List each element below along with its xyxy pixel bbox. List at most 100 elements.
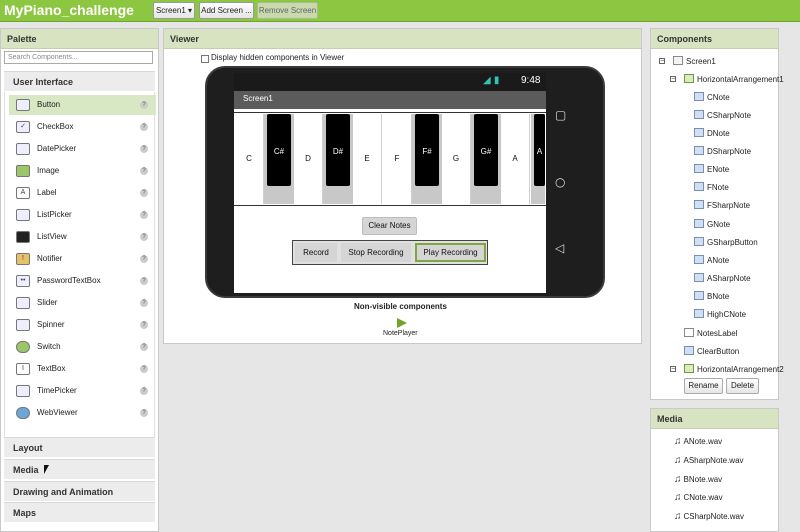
tree-item-label: NotesLabel bbox=[697, 329, 738, 338]
black-key-f-sharp[interactable]: F# bbox=[415, 114, 439, 186]
palette-item-label: Slider bbox=[37, 298, 58, 307]
tree-item-fnote[interactable]: FNote bbox=[694, 181, 729, 195]
palette-item-label[interactable]: A Label ? bbox=[9, 183, 156, 203]
help-icon[interactable]: ? bbox=[140, 233, 148, 241]
palette-item-timepicker[interactable]: TimePicker ? bbox=[9, 381, 156, 401]
black-key-a-sharp[interactable]: A bbox=[534, 114, 545, 186]
help-icon[interactable]: ? bbox=[140, 321, 148, 329]
palette-item-image[interactable]: Image ? bbox=[9, 161, 156, 181]
tree-item-fsharpnote[interactable]: FSharpNote bbox=[694, 199, 750, 213]
help-icon[interactable]: ? bbox=[140, 167, 148, 175]
media-file[interactable]: ♫ ASharpNote.wav bbox=[674, 455, 744, 466]
help-icon[interactable]: ? bbox=[140, 299, 148, 307]
remove-screen-button[interactable]: Remove Screen bbox=[257, 2, 318, 19]
media-file[interactable]: ♫ CSharpNote.wav bbox=[674, 511, 744, 522]
status-time: 9:48 bbox=[521, 75, 541, 86]
help-icon[interactable]: ? bbox=[140, 123, 148, 131]
palette-item-passwordtextbox[interactable]: •• PasswordTextBox ? bbox=[9, 271, 156, 291]
record-button[interactable]: Record bbox=[295, 243, 337, 262]
media-file-name: BNote.wav bbox=[683, 475, 723, 484]
add-screen-button[interactable]: Add Screen ... bbox=[199, 2, 254, 19]
black-key-g-sharp[interactable]: G# bbox=[474, 114, 498, 186]
tree-item-csharpnote[interactable]: CSharpNote bbox=[694, 109, 751, 123]
palette-item-notifier[interactable]: ! Notifier ? bbox=[9, 249, 156, 269]
help-icon[interactable]: ? bbox=[140, 145, 148, 153]
help-icon[interactable]: ? bbox=[140, 211, 148, 219]
category-media[interactable]: Media bbox=[4, 459, 155, 479]
white-key-d[interactable]: D bbox=[294, 114, 323, 204]
tree-item-anote[interactable]: ANote bbox=[694, 254, 729, 268]
viewer-title: Viewer bbox=[164, 29, 641, 49]
white-key-c[interactable]: C bbox=[235, 114, 264, 204]
help-icon[interactable]: ? bbox=[140, 189, 148, 197]
button-icon bbox=[694, 255, 704, 264]
palette-item-webviewer[interactable]: WebViewer ? bbox=[9, 403, 156, 423]
collapse-toggle-icon[interactable]: − bbox=[659, 58, 665, 64]
stop-recording-button[interactable]: Stop Recording bbox=[341, 243, 411, 262]
category-layout[interactable]: Layout bbox=[4, 437, 155, 457]
black-key-c-sharp[interactable]: C# bbox=[267, 114, 291, 186]
tree-item-gnote[interactable]: GNote bbox=[694, 218, 730, 232]
help-icon[interactable]: ? bbox=[140, 343, 148, 351]
music-note-icon: ♫ bbox=[674, 492, 682, 503]
palette-item-textbox[interactable]: I TextBox ? bbox=[9, 359, 156, 379]
rename-button[interactable]: Rename bbox=[684, 378, 723, 394]
palette-search-input[interactable]: Search Components... bbox=[4, 51, 153, 64]
white-key-e[interactable]: E bbox=[353, 114, 382, 204]
tree-item-bnote[interactable]: BNote bbox=[694, 290, 729, 304]
player-icon[interactable] bbox=[397, 318, 407, 328]
collapse-toggle-icon[interactable]: − bbox=[670, 76, 676, 82]
tree-item-horizontalarrangement2[interactable]: HorizontalArrangement2 bbox=[684, 363, 784, 377]
palette-item-listview[interactable]: ListView ? bbox=[9, 227, 156, 247]
media-file[interactable]: ♫ CNote.wav bbox=[674, 492, 723, 503]
noteplayer-label: NotePlayer bbox=[383, 330, 418, 337]
palette-item-slider[interactable]: Slider ? bbox=[9, 293, 156, 313]
display-hidden-checkbox[interactable] bbox=[201, 55, 209, 63]
tree-item-highcnote[interactable]: HighCNote bbox=[694, 308, 746, 322]
clear-notes-button[interactable]: Clear Notes bbox=[362, 217, 417, 235]
palette-item-checkbox[interactable]: ✓ CheckBox ? bbox=[9, 117, 156, 137]
recent-apps-icon: ▢ bbox=[555, 108, 567, 122]
tree-item-cnote[interactable]: CNote bbox=[694, 91, 730, 105]
help-icon[interactable]: ? bbox=[140, 277, 148, 285]
tree-item-noteslabel[interactable]: NotesLabel bbox=[684, 327, 737, 341]
media-file[interactable]: ♫ BNote.wav bbox=[674, 474, 722, 485]
white-key-f[interactable]: F bbox=[383, 114, 412, 204]
category-drawing-and-animation[interactable]: Drawing and Animation bbox=[4, 481, 155, 501]
black-key-d-sharp[interactable]: D# bbox=[326, 114, 350, 186]
palette-item-button[interactable]: Button ? bbox=[9, 95, 156, 115]
tree-item-asharpnote[interactable]: ASharpNote bbox=[694, 272, 751, 286]
button-icon bbox=[694, 92, 704, 101]
media-file[interactable]: ♫ ANote.wav bbox=[674, 436, 722, 447]
screen-select-dropdown[interactable]: Screen1 ▾ bbox=[153, 2, 195, 19]
tree-item-screen1[interactable]: Screen1 bbox=[673, 55, 716, 69]
tree-item-dnote[interactable]: DNote bbox=[694, 127, 730, 141]
palette-item-listpicker[interactable]: ListPicker ? bbox=[9, 205, 156, 225]
collapse-toggle-icon[interactable]: − bbox=[670, 366, 676, 372]
tree-item-clearbutton[interactable]: ClearButton bbox=[684, 345, 739, 359]
play-recording-button[interactable]: Play Recording bbox=[415, 243, 486, 262]
palette-item-spinner[interactable]: Spinner ? bbox=[9, 315, 156, 335]
help-icon[interactable]: ? bbox=[140, 387, 148, 395]
tree-item-label: HorizontalArrangement2 bbox=[697, 365, 784, 374]
tree-item-horizontalarrangement1[interactable]: HorizontalArrangement1 bbox=[684, 73, 784, 87]
tree-item-label: CNote bbox=[707, 93, 730, 102]
white-key-a[interactable]: A bbox=[501, 114, 530, 204]
category-maps[interactable]: Maps bbox=[4, 502, 155, 522]
help-icon[interactable]: ? bbox=[140, 255, 148, 263]
tree-item-enote[interactable]: ENote bbox=[694, 163, 729, 177]
help-icon[interactable]: ? bbox=[140, 409, 148, 417]
help-icon[interactable]: ? bbox=[140, 365, 148, 373]
palette-item-label: Notifier bbox=[37, 254, 63, 263]
help-icon[interactable]: ? bbox=[140, 101, 148, 109]
tree-item-gsharpbutton[interactable]: GSharpButton bbox=[694, 236, 758, 250]
palette-item-datepicker[interactable]: DatePicker ? bbox=[9, 139, 156, 159]
tree-item-label: GSharpButton bbox=[707, 238, 758, 247]
white-key-g[interactable]: G bbox=[442, 114, 471, 204]
tree-item-label: HorizontalArrangement1 bbox=[697, 75, 784, 84]
palette-item-switch[interactable]: Switch ? bbox=[9, 337, 156, 357]
tree-item-dsharpnote[interactable]: DSharpNote bbox=[694, 145, 751, 159]
slider-icon bbox=[16, 297, 30, 309]
category-user-interface[interactable]: User Interface bbox=[4, 71, 155, 91]
delete-button[interactable]: Delete bbox=[726, 378, 759, 394]
